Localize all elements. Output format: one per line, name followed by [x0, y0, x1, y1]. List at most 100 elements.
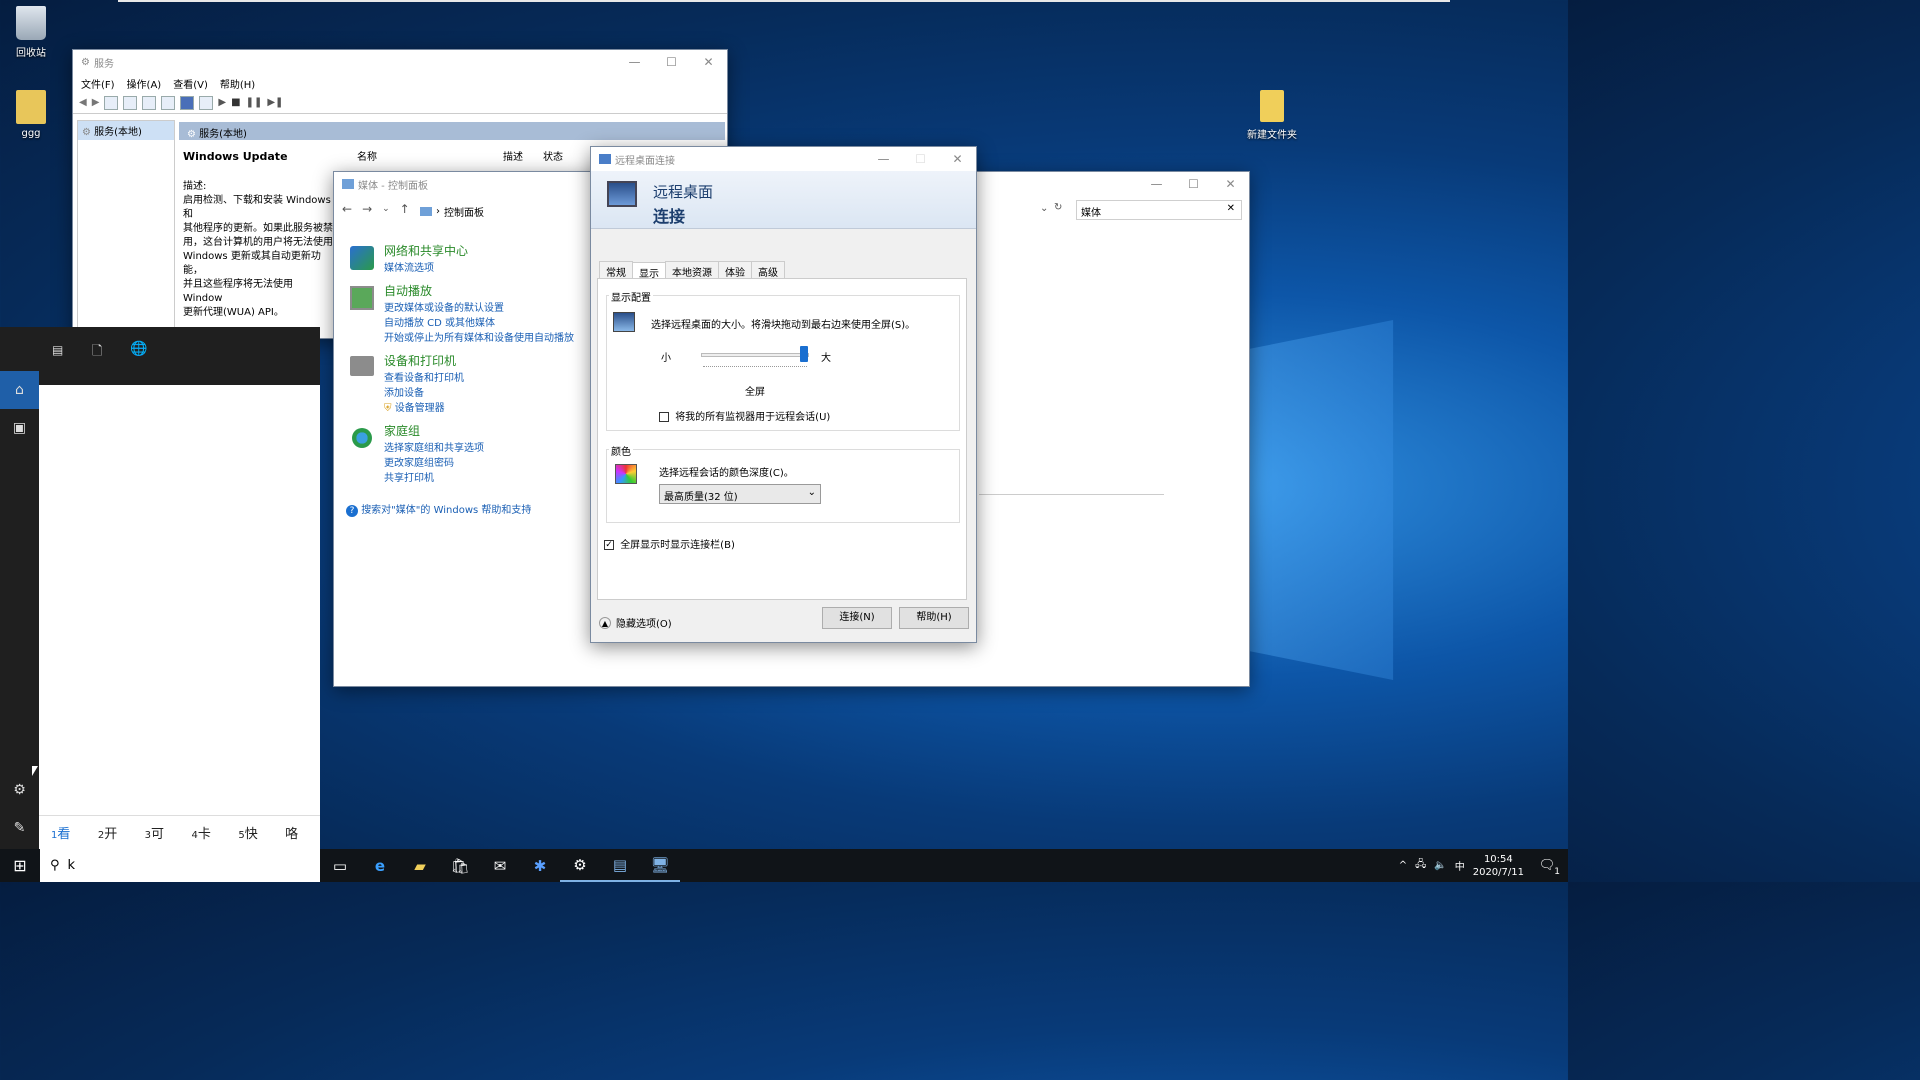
mail-icon[interactable]: ✉: [480, 849, 520, 882]
connbar-checkbox-row[interactable]: ✓ 全屏显示时显示连接栏(B): [604, 536, 735, 551]
up-arrow-icon[interactable]: ↑: [400, 202, 410, 216]
maximize-button[interactable]: ☐: [1175, 177, 1212, 191]
maximize-button[interactable]: ☐: [653, 55, 690, 69]
services-titlebar[interactable]: ⚙ 服务 — ☐ ✕: [73, 50, 727, 74]
monitors-checkbox[interactable]: [659, 412, 669, 422]
color-depth-select[interactable]: 最高质量(32 位) ⌄: [659, 484, 821, 504]
chevron-down-icon[interactable]: ⌄: [1040, 203, 1048, 214]
result-heading[interactable]: 自动播放: [384, 282, 432, 299]
network-app-icon[interactable]: ✱: [520, 849, 560, 882]
desktop-icon-user[interactable]: ggg: [1, 90, 61, 139]
ime-candidate[interactable]: 5快: [226, 823, 273, 842]
rdp-titlebar[interactable]: 远程桌面连接 — ☐ ✕: [591, 147, 976, 171]
forward-arrow-icon[interactable]: →: [362, 202, 372, 216]
ime-candidate[interactable]: 4卡: [179, 823, 226, 842]
minimize-button[interactable]: —: [865, 152, 902, 166]
result-link[interactable]: 设备管理器: [395, 403, 445, 414]
column-name[interactable]: 名称: [357, 148, 503, 163]
home-button[interactable]: ⌂: [0, 371, 39, 409]
web-filter-icon[interactable]: 🌐: [130, 341, 147, 357]
result-link[interactable]: 开始或停止为所有媒体和设备使用自动播放: [384, 329, 574, 344]
gear-icon[interactable]: ⚙: [0, 771, 39, 809]
feedback-icon[interactable]: ✎: [0, 809, 39, 847]
export-icon[interactable]: [161, 95, 176, 110]
result-link[interactable]: 选择家庭组和共享选项: [384, 439, 484, 454]
taskbar-search-box[interactable]: ⚲ k: [40, 849, 320, 882]
edge-icon[interactable]: e: [360, 849, 400, 882]
close-button[interactable]: ✕: [1212, 177, 1249, 191]
menu-action[interactable]: 操作(A): [127, 76, 162, 91]
action-center-button[interactable]: 🗨 1: [1532, 858, 1562, 877]
menu-view[interactable]: 查看(V): [173, 76, 208, 91]
result-link[interactable]: 共享打印机: [384, 469, 434, 484]
back-icon[interactable]: ◀: [79, 97, 87, 108]
help-button[interactable]: 帮助(H): [899, 607, 969, 629]
ime-candidate[interactable]: 咯: [273, 823, 320, 842]
documents-filter-icon[interactable]: 🗋: [92, 342, 102, 364]
column-description[interactable]: 描述: [503, 148, 543, 163]
apps-filter-icon[interactable]: ▤: [52, 343, 63, 357]
chevron-up-icon[interactable]: ^: [1399, 860, 1407, 871]
play-icon[interactable]: ▶: [218, 97, 226, 108]
desktop-icon-recycle-bin[interactable]: 回收站: [1, 6, 61, 59]
restart-icon[interactable]: ▶❚: [267, 97, 283, 108]
file-explorer-icon[interactable]: ▰: [400, 849, 440, 882]
address-dropdown[interactable]: ⌄: [974, 200, 1054, 220]
view-icon[interactable]: [199, 95, 214, 110]
back-arrow-icon[interactable]: ←: [342, 202, 352, 216]
result-link[interactable]: 更改家庭组密码: [384, 454, 454, 469]
desktop-icon-new-folder[interactable]: 新建文件夹: [1242, 90, 1302, 141]
stop-icon[interactable]: ■: [231, 97, 240, 108]
ime-indicator[interactable]: 中: [1455, 858, 1465, 873]
clear-search-icon[interactable]: ✕: [1227, 203, 1235, 214]
chevron-down-icon[interactable]: ⌄: [382, 204, 390, 214]
search-input[interactable]: 媒体 ✕: [1076, 200, 1242, 220]
column-status[interactable]: 状态: [543, 148, 583, 163]
address-bar[interactable]: › 控制面板: [420, 202, 590, 220]
breadcrumb[interactable]: 控制面板: [444, 204, 484, 219]
result-link[interactable]: 更改媒体或设备的默认设置: [384, 299, 504, 314]
ime-candidate[interactable]: 2开: [86, 823, 133, 842]
monitors-checkbox-row[interactable]: 将我的所有监视器用于远程会话(U): [659, 408, 830, 423]
close-button[interactable]: ✕: [939, 152, 976, 166]
hide-options-row[interactable]: ▲ 隐藏选项(O): [599, 615, 672, 630]
windows-help-link[interactable]: 搜索对"媒体"的 Windows 帮助和支持: [361, 505, 531, 516]
slider-thumb[interactable]: [800, 346, 808, 362]
remote-desktop-task-icon[interactable]: 🖥: [640, 849, 680, 882]
result-link[interactable]: 查看设备和打印机: [384, 369, 464, 384]
result-link[interactable]: 添加设备: [384, 384, 424, 399]
close-button[interactable]: ✕: [690, 55, 727, 69]
connect-button[interactable]: 连接(N): [822, 607, 892, 629]
services-task-icon[interactable]: ⚙: [560, 849, 600, 882]
start-button[interactable]: ⊞: [0, 849, 40, 882]
result-heading[interactable]: 家庭组: [384, 422, 420, 439]
ime-candidate[interactable]: 1看: [39, 823, 86, 842]
notebook-icon[interactable]: ▣: [0, 409, 39, 447]
result-heading[interactable]: 网络和共享中心: [384, 242, 468, 259]
menu-help[interactable]: 帮助(H): [220, 76, 255, 91]
refresh-icon[interactable]: ↻: [1054, 202, 1062, 213]
minimize-button[interactable]: —: [616, 55, 653, 69]
rdp-dialog[interactable]: 远程桌面连接 — ☐ ✕ 远程桌面 连接 常规 显示 本地资源 体验 高级 显示配置…: [590, 146, 977, 643]
menu-file[interactable]: 文件(F): [81, 76, 115, 91]
volume-icon[interactable]: 🔈: [1434, 860, 1446, 871]
ime-candidate[interactable]: 3可: [133, 823, 180, 842]
store-icon[interactable]: 🛍: [440, 849, 480, 882]
maximize-button[interactable]: ☐: [902, 152, 939, 166]
result-link[interactable]: 自动播放 CD 或其他媒体: [384, 314, 495, 329]
result-heading[interactable]: 设备和打印机: [384, 352, 456, 369]
control-panel-task-icon[interactable]: ▤: [600, 849, 640, 882]
properties-icon[interactable]: [123, 95, 138, 110]
console-tree-icon[interactable]: [104, 95, 119, 110]
pause-icon[interactable]: ❚❚: [246, 97, 263, 108]
result-link[interactable]: 媒体流选项: [384, 259, 434, 274]
minimize-button[interactable]: —: [1138, 177, 1175, 191]
display-slider[interactable]: [701, 346, 809, 362]
clock[interactable]: 10:54 2020/7/11: [1473, 853, 1524, 879]
help-icon[interactable]: [180, 95, 195, 110]
network-icon[interactable]: 🖧: [1415, 857, 1426, 874]
tree-item-local[interactable]: ⚙ 服务(本地): [78, 121, 174, 140]
connbar-checkbox[interactable]: ✓: [604, 540, 614, 550]
refresh-icon[interactable]: [142, 95, 157, 110]
forward-icon[interactable]: ▶: [92, 97, 100, 108]
